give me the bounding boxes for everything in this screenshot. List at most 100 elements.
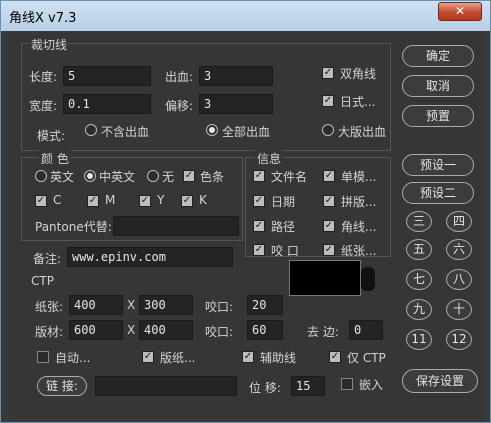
lang-radio-en[interactable] (35, 170, 47, 182)
link-input[interactable] (95, 376, 237, 396)
cmyk-m-checkbox[interactable]: ✓ (87, 195, 99, 207)
lang-option-cn-en: 中英文 (99, 170, 136, 184)
embed-checkbox[interactable] (341, 378, 353, 390)
cmyk-c-label: C (53, 193, 62, 207)
lang-radio-none[interactable] (147, 170, 159, 182)
lang-option-en: 英文 (50, 170, 75, 184)
cmyk-k-label: K (199, 193, 207, 207)
info-corner-checkbox[interactable]: ✓ (323, 220, 335, 232)
mode-option-all-bleed: 全部出血 (222, 125, 271, 139)
mode-radio-big-bleed[interactable] (322, 124, 334, 136)
lang-option-none: 无 (162, 170, 175, 184)
japanese-checkbox[interactable]: ✓ (322, 95, 334, 107)
plate-height-input[interactable]: 400 (139, 320, 193, 340)
ctp-only-checkbox[interactable]: ✓ (329, 351, 341, 363)
bite2-label: 咬口: (205, 325, 234, 339)
width-label: 宽度: (29, 99, 58, 113)
info-bite-checkbox[interactable]: ✓ (253, 244, 265, 256)
info-single-mold-label: 单模... (341, 170, 377, 184)
preset2-button[interactable]: 预设二 (402, 182, 474, 204)
mode-option-no-bleed: 不含出血 (101, 125, 150, 139)
window-title: 角线X v7.3 (9, 11, 77, 26)
plate-x-label: X (127, 323, 136, 337)
paper-x-label: X (127, 298, 136, 312)
preset-3-button[interactable]: 三 (406, 211, 432, 232)
bleed-label: 出血: (165, 70, 194, 84)
color-bar-label: 色条 (200, 170, 225, 184)
preset-4-button[interactable]: 四 (446, 211, 472, 232)
cursor-shadow (361, 267, 375, 291)
confirm-button[interactable]: 确定 (402, 45, 474, 67)
pantone-input[interactable] (113, 216, 239, 236)
save-settings-button[interactable]: 保存设置 (402, 369, 478, 393)
info-filename-label: 文件名 (271, 170, 308, 184)
info-date-checkbox[interactable]: ✓ (253, 195, 265, 207)
preset-12-button[interactable]: 12 (446, 329, 472, 350)
info-paper-checkbox[interactable]: ✓ (323, 244, 335, 256)
mode-option-big-bleed: 大版出血 (338, 125, 387, 139)
title-bar[interactable]: 角线X v7.3 ✕ (1, 1, 490, 31)
preset-9-button[interactable]: 九 (406, 299, 432, 320)
paper-label: 纸张: (35, 300, 64, 314)
link-button[interactable]: 链 接: (37, 376, 87, 396)
aux-line-label: 辅助线 (260, 351, 297, 365)
info-path-label: 路径 (271, 220, 296, 234)
preset-5-button[interactable]: 五 (406, 239, 432, 260)
preset-button[interactable]: 预置 (402, 105, 474, 127)
length-input[interactable]: 5 (63, 66, 151, 86)
pantone-label: Pantone代替: (35, 220, 112, 234)
info-imposition-checkbox[interactable]: ✓ (323, 195, 335, 207)
mode-radio-all-bleed[interactable] (206, 124, 218, 136)
preset-11-button[interactable]: 11 (406, 329, 432, 350)
info-single-mold-checkbox[interactable]: ✓ (323, 170, 335, 182)
auto-checkbox[interactable] (37, 351, 49, 363)
plate-width-input[interactable]: 600 (69, 320, 123, 340)
bite2-input[interactable]: 60 (247, 320, 283, 340)
info-group-title: 信息 (255, 150, 284, 167)
preset1-button[interactable]: 预设一 (402, 154, 474, 176)
cmyk-y-label: Y (157, 193, 165, 207)
note-input[interactable]: www.epinv.com (67, 247, 233, 267)
length-label: 长度: (29, 70, 58, 84)
color-group-title: 颜 色 (39, 150, 71, 167)
lang-radio-cn-en[interactable] (84, 170, 96, 182)
auto-label: 自动... (55, 351, 91, 365)
cmyk-c-checkbox[interactable]: ✓ (35, 195, 47, 207)
info-bite-label: 咬 口 (271, 244, 299, 258)
preset-7-button[interactable]: 七 (406, 269, 432, 290)
remove-edge-label: 去 边: (307, 325, 339, 339)
close-button[interactable]: ✕ (438, 2, 482, 21)
offset-input[interactable]: 3 (199, 94, 273, 114)
info-date-label: 日期 (271, 195, 296, 209)
cancel-button[interactable]: 取消 (402, 75, 474, 97)
bite1-label: 咬口: (205, 300, 234, 314)
app-window: 角线X v7.3 ✕ 裁切线 长度: 5 出血: 3 ✓ 双角线 宽度: 0.1… (0, 0, 491, 423)
aux-line-checkbox[interactable]: ✓ (242, 351, 254, 363)
cmyk-y-checkbox[interactable]: ✓ (139, 195, 151, 207)
mode-radio-no-bleed[interactable] (85, 124, 97, 136)
mode-label: 模式: (37, 129, 66, 143)
bite1-input[interactable]: 20 (247, 295, 283, 315)
offset-label: 偏移: (165, 99, 194, 113)
info-filename-checkbox[interactable]: ✓ (253, 170, 265, 182)
info-paper-label: 纸张... (341, 244, 377, 258)
double-corner-checkbox[interactable]: ✓ (322, 67, 334, 79)
color-bar-checkbox[interactable]: ✓ (183, 170, 195, 182)
japanese-label: 日式... (340, 95, 376, 109)
plate-paper-label: 版纸... (160, 351, 196, 365)
bleed-input[interactable]: 3 (199, 66, 273, 86)
plate-paper-checkbox[interactable]: ✓ (142, 351, 154, 363)
shift-input[interactable]: 15 (291, 376, 325, 396)
cmyk-k-checkbox[interactable]: ✓ (181, 195, 193, 207)
double-corner-label: 双角线 (340, 67, 377, 81)
width-input[interactable]: 0.1 (63, 94, 151, 114)
ctp-only-label: 仅 CTP (347, 351, 386, 365)
paper-height-input[interactable]: 300 (139, 295, 193, 315)
preset-6-button[interactable]: 六 (446, 239, 472, 260)
paper-width-input[interactable]: 400 (69, 295, 123, 315)
info-path-checkbox[interactable]: ✓ (253, 220, 265, 232)
preset-10-button[interactable]: 十 (446, 299, 472, 320)
remove-edge-input[interactable]: 0 (349, 320, 383, 340)
info-corner-label: 角线... (341, 220, 377, 234)
preset-8-button[interactable]: 八 (446, 269, 472, 290)
